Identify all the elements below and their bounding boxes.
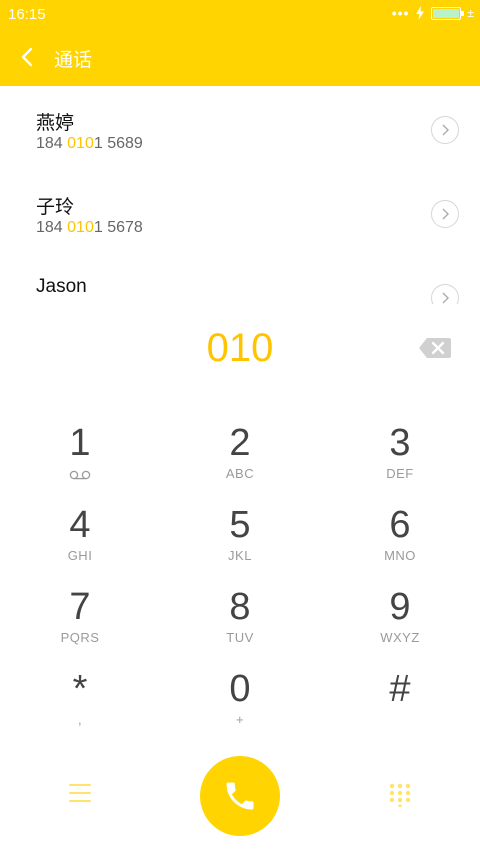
dial-display: 010 [0,318,480,380]
key-digit: # [389,668,411,710]
list-item[interactable]: 燕婷 184 0101 5689 [0,86,480,170]
number-match: 010 [67,135,94,152]
key-digit: 1 [69,422,91,464]
list-item[interactable]: 子玲 184 0101 5678 [0,170,480,254]
contact-name: 燕婷 [36,113,75,134]
key-digit: 4 [69,504,91,546]
key-0[interactable]: 0 + [160,666,320,748]
charging-bolt-icon [416,6,425,20]
key-1[interactable]: 1 [0,420,160,502]
key-letters: MNO [384,548,416,563]
phone-icon [226,782,254,810]
key-2[interactable]: 2 ABC [160,420,320,502]
number-prefix: 184 [36,219,68,236]
bottom-bar [0,754,480,840]
contact-name: Jason [36,276,87,297]
page-title: 通话 [54,50,93,71]
key-digit: * [72,668,88,710]
key-letters: + [235,712,245,727]
key-digit: 0 [229,668,251,710]
key-8[interactable]: 8 TUV [160,584,320,666]
key-digit: 7 [69,586,91,628]
number-suffix: 1 5678 [93,219,143,236]
backspace-icon[interactable] [418,337,452,359]
key-5[interactable]: 5 JKL [160,502,320,584]
key-digit: 6 [389,504,411,546]
key-digit: 9 [389,586,411,628]
key-letters: , [77,712,83,727]
list-item[interactable]: Jason [0,254,480,304]
key-3[interactable]: 3 DEF [320,420,480,502]
number-prefix: 184 [36,135,68,152]
menu-icon[interactable] [68,782,92,804]
status-icons: ••• ± [392,5,474,21]
status-time: 16:15 [8,6,46,23]
status-bar: 16:15 ••• ± [0,0,480,28]
key-letters: ABC [225,466,255,481]
key-digit: 8 [229,586,251,628]
voicemail-icon [69,470,91,480]
chevron-right-icon[interactable] [431,200,459,228]
number-match: 010 [67,219,94,236]
key-letters: TUV [226,630,254,645]
battery-icon [431,6,465,20]
call-button[interactable] [200,756,280,836]
dialed-number: 010 [206,326,274,370]
key-9[interactable]: 9 WXYZ [320,584,480,666]
chevron-right-icon[interactable] [431,116,459,144]
key-digit: 5 [229,504,251,546]
contact-list: 燕婷 184 0101 5689 子玲 184 0101 5678 Jason [0,86,480,304]
key-digit: 3 [389,422,411,464]
keypad: 1 2 ABC 3 DEF 4 GHI 5 JKL 6 MNO 7 PQRS 8… [0,412,480,742]
more-dots-icon: ••• [391,5,410,21]
key-digit: 2 [229,422,251,464]
key-letters: DEF [386,466,414,481]
number-suffix: 1 5689 [93,135,143,152]
key-hash[interactable]: # [320,666,480,748]
title-bar: 通话 [0,28,480,86]
contact-number: 184 0101 5689 [36,135,143,153]
key-7[interactable]: 7 PQRS [0,584,160,666]
status-extra: ± [467,6,474,20]
key-6[interactable]: 6 MNO [320,502,480,584]
contact-name: 子玲 [36,197,75,218]
key-star[interactable]: * , [0,666,160,748]
key-letters: PQRS [60,630,100,645]
key-letters: JKL [228,548,252,563]
keypad-icon[interactable] [388,783,412,807]
key-letters: WXYZ [380,630,420,645]
key-4[interactable]: 4 GHI [0,502,160,584]
contact-number: 184 0101 5678 [36,219,143,237]
chevron-left-icon[interactable] [16,45,40,69]
chevron-right-icon[interactable] [431,284,459,304]
key-letters: GHI [67,548,93,563]
